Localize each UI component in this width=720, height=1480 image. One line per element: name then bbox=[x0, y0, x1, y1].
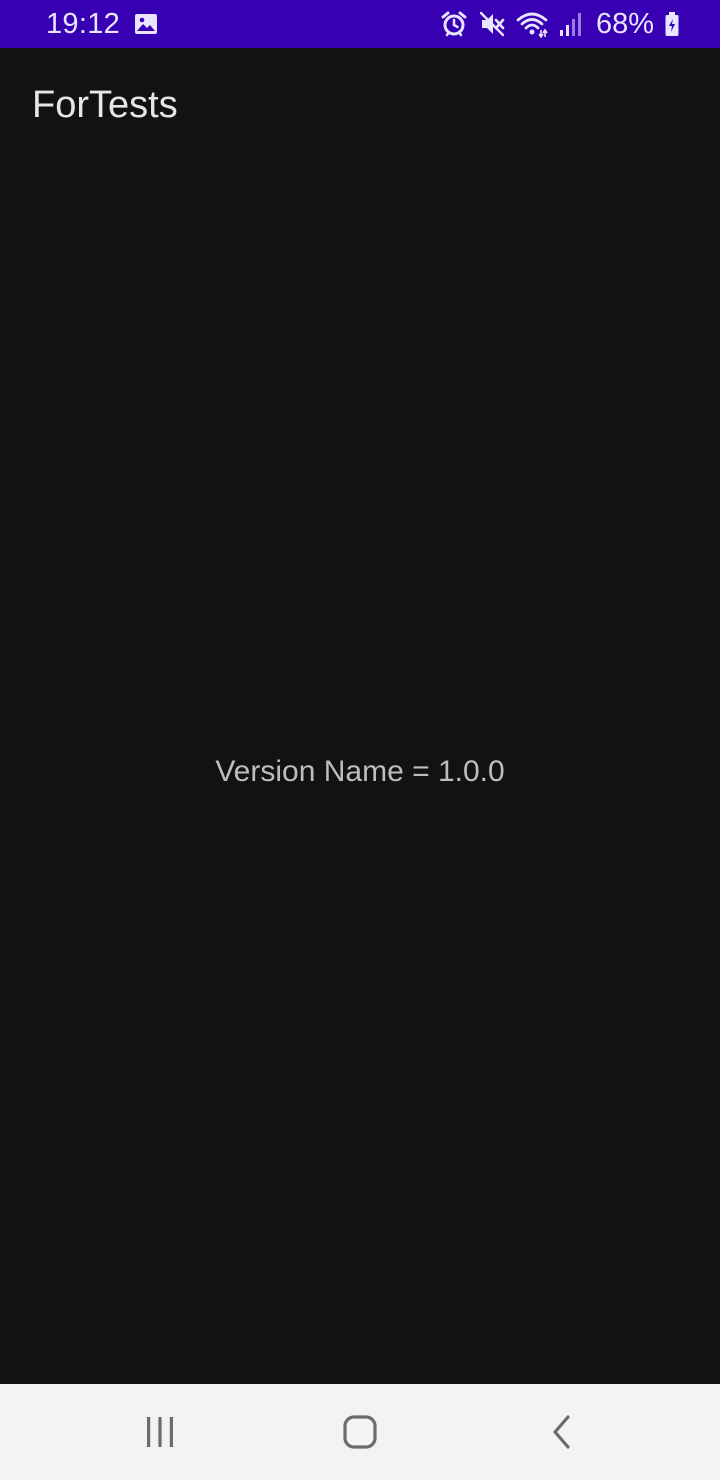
app-bar: ForTests bbox=[0, 48, 720, 164]
version-name-text: Version Name = 1.0.0 bbox=[215, 755, 505, 788]
alarm-icon bbox=[440, 10, 468, 38]
app-title: ForTests bbox=[32, 84, 178, 126]
signal-icon bbox=[558, 10, 584, 38]
status-right: 68% bbox=[440, 8, 680, 41]
status-bar: 19:12 68% bbox=[0, 0, 720, 48]
navigation-bar bbox=[0, 1384, 720, 1480]
status-left: 19:12 bbox=[46, 8, 158, 41]
status-time: 19:12 bbox=[46, 7, 121, 40]
home-button[interactable] bbox=[320, 1398, 400, 1466]
back-button[interactable] bbox=[522, 1398, 602, 1466]
battery-percent: 68% bbox=[595, 7, 654, 40]
back-icon bbox=[553, 1415, 570, 1449]
recent-apps-icon bbox=[147, 1417, 173, 1447]
gallery-icon bbox=[134, 13, 158, 35]
battery-charging-icon bbox=[664, 10, 680, 38]
app-screen: 19:12 68% ForTests Version Name = 1.0.0 bbox=[0, 0, 720, 1480]
wifi-icon bbox=[516, 10, 548, 38]
home-icon bbox=[343, 1415, 377, 1449]
mute-icon bbox=[478, 10, 506, 38]
recent-apps-button[interactable] bbox=[120, 1398, 200, 1466]
main-content: Version Name = 1.0.0 bbox=[0, 164, 720, 1384]
